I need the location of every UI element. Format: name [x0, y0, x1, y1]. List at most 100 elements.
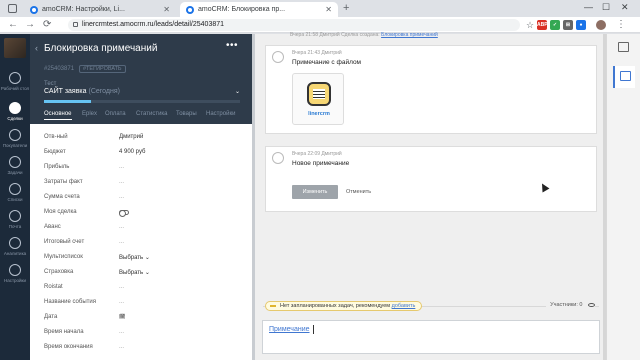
note-composer[interactable]: Примечание: [262, 320, 600, 354]
nav-item-label: Сделки: [7, 116, 23, 121]
field-label: Время окончания: [44, 344, 93, 350]
field-label: Сумма счета: [44, 194, 80, 200]
amocrm-favicon-icon: [186, 6, 194, 14]
feed-event-link[interactable]: Блокировка примечаний: [381, 32, 438, 38]
field-value[interactable]: Дмитрий: [119, 134, 143, 140]
minimize-button[interactable]: —: [584, 0, 593, 15]
tab-eplex[interactable]: Eplex: [82, 111, 97, 117]
stage-select[interactable]: САЙТ заявка (Сегодня) ⌄: [44, 88, 240, 95]
nav-item-customers[interactable]: Покупатели: [0, 129, 30, 148]
widget-panel-icon[interactable]: [618, 42, 629, 52]
field-value[interactable]: ...: [119, 164, 124, 170]
multilist-select[interactable]: Выбрать ⌄: [119, 254, 150, 261]
url-input[interactable]: linercrmtest.amocrm.ru/leads/detail/2540…: [68, 19, 520, 31]
profile-avatar[interactable]: [596, 20, 606, 30]
participants[interactable]: Участники: 0: [546, 302, 595, 308]
note-with-file[interactable]: Вчера 21:43 Дмитрий Примечание с файлом …: [265, 45, 597, 134]
tab-products[interactable]: Товары: [176, 111, 197, 117]
insurance-select[interactable]: Выбрать ⌄: [119, 269, 150, 276]
note-text[interactable]: Новое примечание: [292, 160, 349, 167]
field-value[interactable]: 4 900 руб: [119, 149, 145, 155]
stage-progress-fill: [44, 100, 92, 103]
tab-payment[interactable]: Оплата: [105, 111, 126, 117]
task-status-bar: Нет запланированных задач, рекомендуем д…: [263, 300, 599, 314]
lead-title[interactable]: Блокировка примечаний: [44, 43, 157, 54]
chrome-menu-icon[interactable]: ⋮: [616, 17, 626, 33]
field-value[interactable]: ...: [119, 239, 124, 245]
field-row-profit: Прибыль...: [30, 161, 254, 176]
my-deal-toggle[interactable]: [119, 210, 129, 217]
field-value[interactable]: ...: [119, 329, 124, 335]
save-note-button[interactable]: Изменить: [292, 185, 338, 199]
field-value[interactable]: ...: [119, 179, 124, 185]
no-tasks-text: Нет запланированных задач, рекомендуем: [280, 303, 391, 309]
nav-item-label: Задачи: [7, 170, 23, 175]
eye-icon[interactable]: [588, 302, 595, 307]
lists-icon: [9, 183, 21, 195]
browser-tab-settings[interactable]: amoCRM: Настройки, Li... ✕: [24, 2, 176, 17]
composer-type-switch[interactable]: Примечание: [269, 326, 310, 333]
adblock-extension-icon[interactable]: ABP: [537, 20, 548, 30]
nav-item-settings[interactable]: Настройки: [0, 264, 30, 283]
back-chevron-icon[interactable]: ‹: [35, 43, 38, 53]
file-name: linercrm: [308, 111, 330, 117]
user-avatar[interactable]: [4, 38, 26, 58]
nav-item-label: Почта: [8, 224, 22, 229]
widget-tab-active[interactable]: [613, 66, 635, 88]
reload-icon[interactable]: ⟳: [43, 17, 51, 33]
cancel-note-button[interactable]: Отменить: [346, 185, 371, 199]
field-label: Затраты факт: [44, 179, 83, 185]
back-icon[interactable]: ←: [8, 17, 18, 33]
close-window-button[interactable]: ✕: [621, 0, 629, 15]
maximize-button[interactable]: ☐: [602, 0, 610, 15]
amocrm-favicon-icon: [30, 6, 38, 14]
file-attachment[interactable]: linercrm: [292, 73, 344, 125]
note-editing[interactable]: Вчера 22:09 Дмитрий Новое примечание Изм…: [265, 146, 597, 212]
calendar-icon[interactable]: 🗓: [119, 314, 125, 320]
nav-item-analytics[interactable]: Аналитика: [0, 237, 30, 256]
speedometer-icon: [9, 72, 21, 84]
bookmark-star-icon[interactable]: ☆: [526, 17, 534, 33]
field-value[interactable]: ...: [119, 299, 124, 305]
field-label: Моя сделка: [44, 209, 77, 215]
field-value[interactable]: ...: [119, 344, 124, 350]
field-label: Аванс: [44, 224, 61, 230]
field-row-multilist: Мультисписок Выбрать ⌄: [30, 251, 254, 266]
browser-tab-lead[interactable]: amoCRM: Блокировка пр... ✕: [180, 2, 338, 17]
nav-item-lists[interactable]: Списки: [0, 183, 30, 202]
extension-icon[interactable]: ✓: [550, 20, 560, 30]
tab-statistics[interactable]: Статистика: [136, 111, 168, 117]
field-row-budget: Бюджет 4 900 руб: [30, 146, 254, 161]
lead-tabs: Основное Eplex Оплата Статистика Товары …: [30, 111, 254, 124]
field-label: Roistat: [44, 284, 63, 290]
close-tab-icon[interactable]: ✕: [163, 2, 170, 17]
add-tag-button[interactable]: #ТЕГИРОВАТЬ: [79, 65, 126, 73]
new-tab-button[interactable]: +: [343, 0, 349, 17]
nav-item-mail[interactable]: Почта: [0, 210, 30, 229]
field-label: Время начала: [44, 329, 84, 335]
field-value[interactable]: ...: [119, 194, 124, 200]
note-meta: Вчера 22:09 Дмитрий: [292, 151, 342, 157]
lock-icon: [73, 22, 78, 27]
forward-icon[interactable]: →: [25, 17, 35, 33]
field-row-responsible: Отв-ный Дмитрий: [30, 131, 254, 146]
field-label: Дата: [44, 314, 58, 320]
extension-icon[interactable]: ●: [576, 20, 586, 30]
tab-settings[interactable]: Настройки: [206, 111, 235, 117]
tab-search-icon[interactable]: [8, 4, 17, 13]
field-row-end-time: Время окончания...: [30, 341, 254, 356]
lead-fields: Отв-ный Дмитрий Бюджет 4 900 руб Прибыль..…: [30, 131, 254, 356]
field-label: Отв-ный: [44, 134, 68, 140]
lead-menu-button[interactable]: •••: [226, 40, 238, 51]
close-tab-icon[interactable]: ✕: [325, 2, 332, 17]
add-task-link[interactable]: добавить: [392, 303, 416, 309]
nav-item-deals[interactable]: Сделки: [0, 102, 30, 121]
field-row-costs: Затраты факт...: [30, 176, 254, 191]
nav-item-tasks[interactable]: Задачи: [0, 156, 30, 175]
field-value[interactable]: ...: [119, 224, 124, 230]
nav-item-label: Покупатели: [2, 143, 28, 148]
field-value[interactable]: ...: [119, 284, 124, 290]
extension-icon[interactable]: ⊞: [563, 20, 573, 30]
nav-item-dashboard[interactable]: Рабочий стол: [0, 72, 30, 91]
tab-main[interactable]: Основное: [44, 111, 72, 120]
